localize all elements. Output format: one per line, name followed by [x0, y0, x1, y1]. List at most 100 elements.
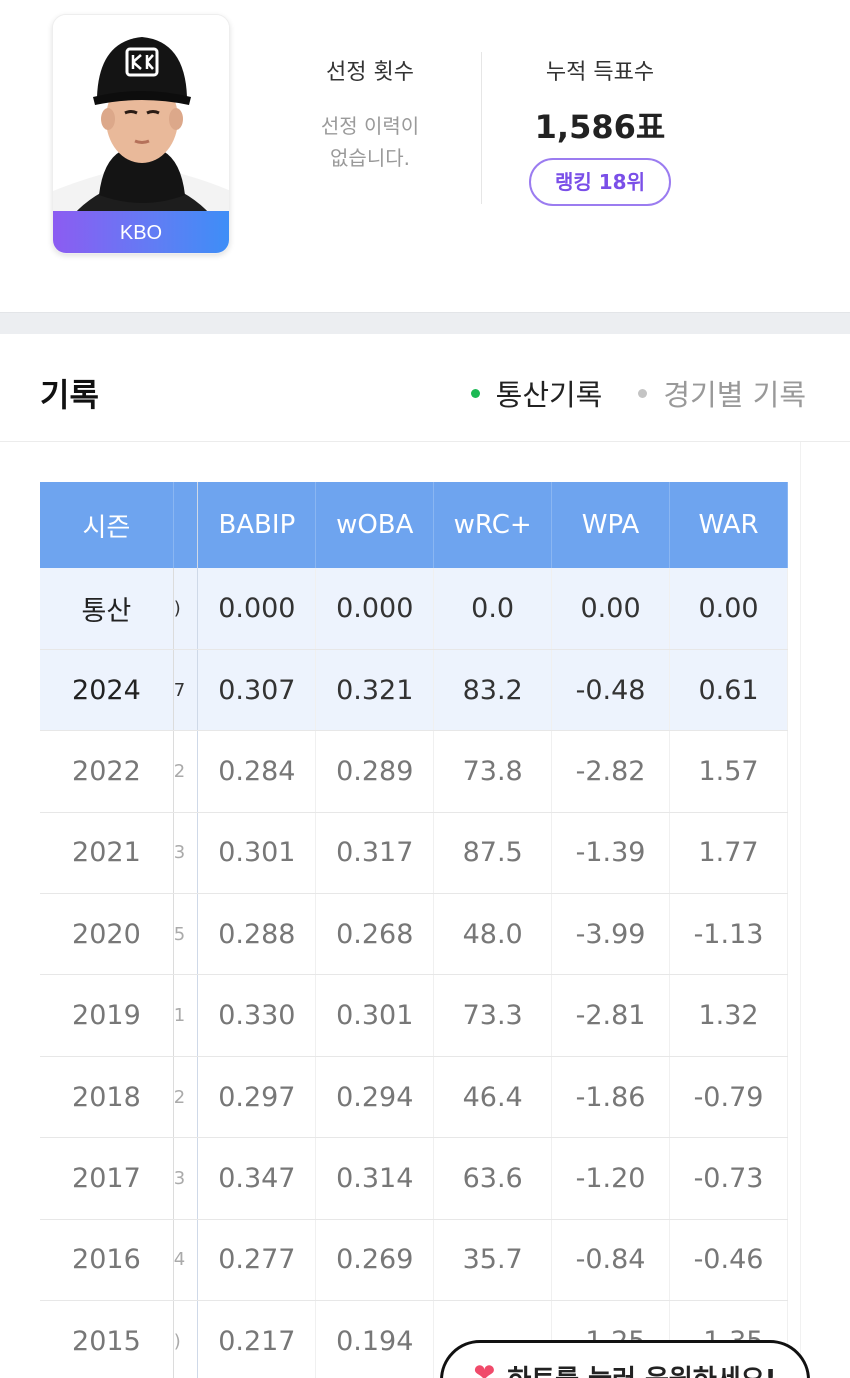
cell-wrc: 83.2 — [433, 649, 553, 732]
active-dot-icon — [470, 388, 480, 398]
cell-wrc: 87.5 — [433, 812, 553, 895]
cell-clipped: 3 — [173, 812, 199, 895]
table-row: 2020 5 0.288 0.268 48.0 -3.99 -1.13 — [40, 893, 788, 976]
cell-wpa: -0.48 — [551, 649, 671, 732]
cell-wrc: 63.6 — [433, 1137, 553, 1220]
cell-clipped: 3 — [173, 1137, 199, 1220]
cell-season: 2017 — [40, 1137, 174, 1220]
stat-divider — [481, 52, 482, 204]
tab-game-record[interactable]: 경기별 기록 — [638, 372, 806, 414]
cell-clipped: 7 — [173, 649, 199, 732]
cell-woba: 0.321 — [315, 649, 435, 732]
player-photo — [53, 15, 229, 215]
cell-babip: 0.284 — [197, 730, 317, 813]
cell-season: 2022 — [40, 730, 174, 813]
cell-war: 0.61 — [669, 649, 788, 732]
cell-babip: 0.277 — [197, 1219, 317, 1302]
player-profile: KBO 선정 횟수 선정 이력이 없습니다. 누적 득표수 1,586표 랭킹 … — [0, 0, 850, 312]
table-row: 2024 7 0.307 0.321 83.2 -0.48 0.61 — [40, 649, 788, 732]
cell-war: -1.13 — [669, 893, 788, 976]
cell-clipped: 2 — [173, 730, 199, 813]
cell-woba: 0.314 — [315, 1137, 435, 1220]
cell-woba: 0.289 — [315, 730, 435, 813]
cell-babip: 0.330 — [197, 974, 317, 1057]
cell-wpa: -2.81 — [551, 974, 671, 1057]
cell-clipped: 4 — [173, 1219, 199, 1302]
header-woba: wOBA — [315, 482, 435, 568]
scroll-area-edge — [800, 442, 850, 1378]
cell-clipped: 2 — [173, 1056, 199, 1139]
ranking-badge[interactable]: 랭킹 18위 — [529, 158, 671, 206]
table-row: 2019 1 0.330 0.301 73.3 -2.81 1.32 — [40, 974, 788, 1057]
cell-season: 2021 — [40, 812, 174, 895]
cell-season: 2020 — [40, 893, 174, 976]
cell-wrc: 0.0 — [433, 568, 553, 650]
selection-count-stat: 선정 횟수 선정 이력이 없습니다. — [280, 60, 460, 174]
header-babip: BABIP — [197, 482, 317, 568]
cell-season: 2024 — [40, 649, 174, 732]
table-row: 2016 4 0.277 0.269 35.7 -0.84 -0.46 — [40, 1219, 788, 1302]
cell-wrc: 35.7 — [433, 1219, 553, 1302]
stats-table-scroller[interactable]: 시즌 BABIP wOBA wRC+ WPA WAR 통산) 0.000 0.000… — [40, 482, 788, 1378]
cell-war: -0.73 — [669, 1137, 788, 1220]
table-header-row: 시즌 BABIP wOBA wRC+ WPA WAR — [40, 482, 788, 568]
cell-war: 0.00 — [669, 568, 788, 650]
header-war: WAR — [669, 482, 788, 568]
cell-woba: 0.268 — [315, 893, 435, 976]
cell-season: 2019 — [40, 974, 174, 1057]
cell-season: 2015 — [40, 1300, 174, 1378]
table-row: 2021 3 0.301 0.317 87.5 -1.39 1.77 — [40, 812, 788, 895]
cell-clipped: ) — [173, 1300, 199, 1378]
table-row: 통산) 0.000 0.000 0.0 0.00 0.00 — [40, 568, 788, 650]
cell-wrc: 48.0 — [433, 893, 553, 976]
player-card[interactable]: KBO — [52, 14, 230, 254]
cell-babip: 0.301 — [197, 812, 317, 895]
header-wpa: WPA — [551, 482, 671, 568]
cheer-button[interactable]: ❤ 하트를 눌러 응원하세요! — [440, 1340, 810, 1378]
cell-woba: 0.000 — [315, 568, 435, 650]
vote-total-title: 누적 득표수 — [545, 60, 655, 85]
league-label: KBO — [53, 211, 229, 253]
cell-babip: 0.297 — [197, 1056, 317, 1139]
table-row: 2022 2 0.284 0.289 73.8 -2.82 1.57 — [40, 730, 788, 813]
cheer-button-label: 하트를 눌러 응원하세요! — [507, 1359, 776, 1378]
inactive-dot-icon — [638, 388, 648, 398]
cell-babip: 0.217 — [197, 1300, 317, 1378]
cell-woba: 0.269 — [315, 1219, 435, 1302]
cell-season: 2016 — [40, 1219, 174, 1302]
record-title: 기록 — [40, 376, 99, 414]
cell-wpa: -3.99 — [551, 893, 671, 976]
cell-wpa: -0.84 — [551, 1219, 671, 1302]
cell-wpa: -1.20 — [551, 1137, 671, 1220]
selection-count-title: 선정 횟수 — [326, 60, 414, 85]
cell-clipped: ) — [173, 568, 199, 650]
cell-war: 1.77 — [669, 812, 788, 895]
tab-game-record-label: 경기별 기록 — [663, 378, 806, 412]
cell-babip: 0.347 — [197, 1137, 317, 1220]
header-clipped-column — [173, 482, 199, 568]
cell-babip: 0.307 — [197, 649, 317, 732]
cell-wrc: 73.8 — [433, 730, 553, 813]
heart-icon: ❤ — [473, 1359, 496, 1378]
vote-total-stat: 누적 득표수 1,586표 랭킹 18위 — [500, 60, 700, 206]
cell-clipped: 1 — [173, 974, 199, 1057]
cell-wpa: -2.82 — [551, 730, 671, 813]
table-row: 2018 2 0.297 0.294 46.4 -1.86 -0.79 — [40, 1056, 788, 1139]
cell-wrc: 73.3 — [433, 974, 553, 1057]
cell-wpa: -1.86 — [551, 1056, 671, 1139]
record-tabs: 통산기록 경기별 기록 — [470, 372, 806, 414]
cell-season: 통산 — [40, 568, 174, 650]
cell-war: -0.79 — [669, 1056, 788, 1139]
selection-count-value: 선정 이력이 없습니다. — [320, 114, 420, 170]
record-header: 기록 통산기록 경기별 기록 — [0, 334, 850, 442]
section-divider — [0, 312, 850, 334]
tab-career-record[interactable]: 통산기록 — [470, 372, 602, 414]
header-season: 시즌 — [40, 482, 174, 568]
cell-babip: 0.288 — [197, 893, 317, 976]
cell-war: 1.32 — [669, 974, 788, 1057]
header-wrc-plus: wRC+ — [433, 482, 553, 568]
stats-table: 시즌 BABIP wOBA wRC+ WPA WAR 통산) 0.000 0.000… — [40, 482, 788, 1378]
cell-wpa: 0.00 — [551, 568, 671, 650]
cell-woba: 0.194 — [315, 1300, 435, 1378]
vote-total-value: 1,586표 — [534, 108, 666, 146]
